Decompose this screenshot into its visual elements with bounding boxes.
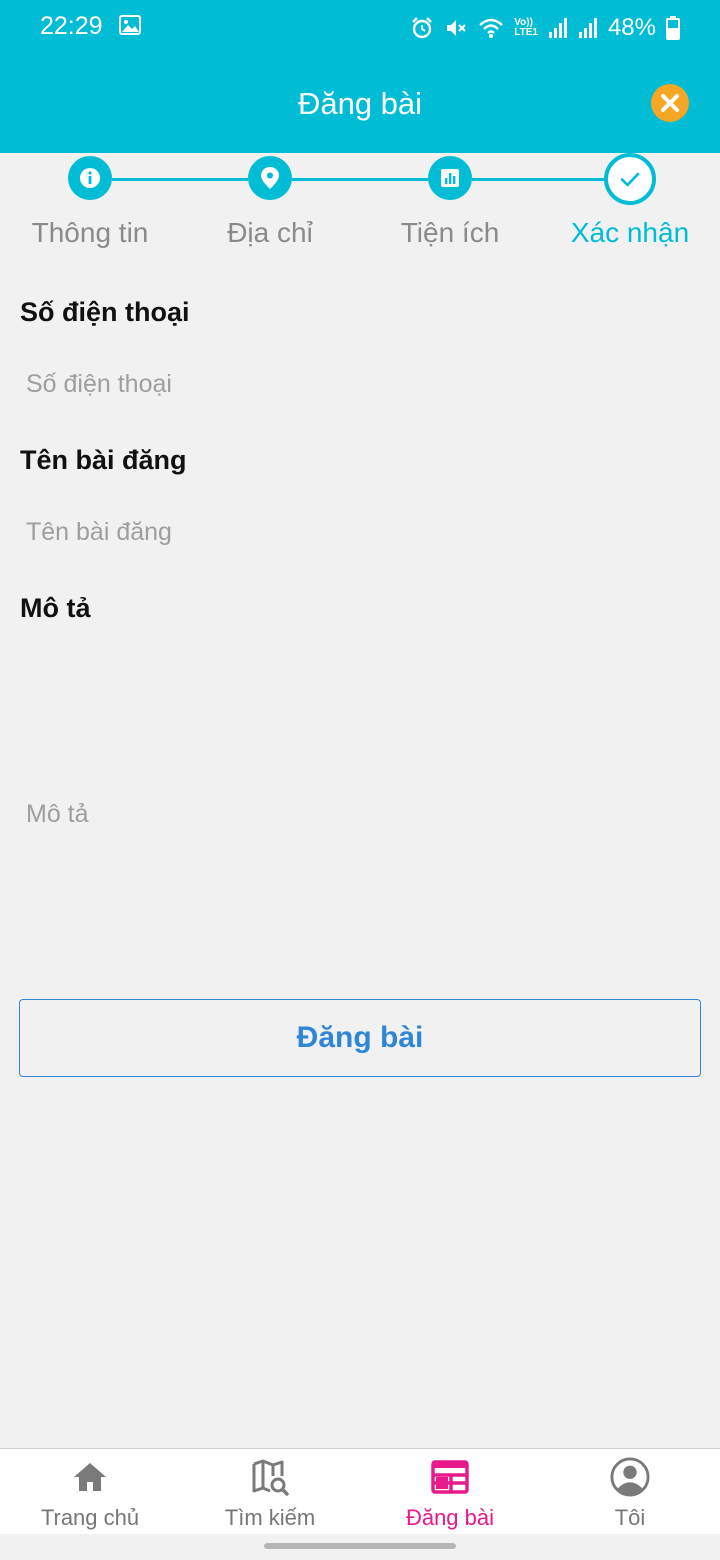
post-title-input[interactable]: [20, 506, 700, 558]
description-label: Mô tả: [20, 593, 91, 623]
wifi-icon: [478, 17, 504, 39]
step-connector: [292, 178, 428, 181]
nav-label-home: Trang chủ: [40, 1505, 140, 1530]
check-icon: [620, 172, 640, 187]
step-label-info: Thông tin: [31, 217, 149, 248]
app-bar: Đăng bài: [0, 52, 720, 153]
status-time: 22:29: [40, 12, 103, 40]
chart-icon: [441, 169, 459, 187]
step-amenities[interactable]: [428, 156, 472, 200]
signal-icon: [548, 17, 568, 39]
gesture-bar: [0, 1534, 720, 1560]
phone-input[interactable]: [20, 358, 700, 410]
step-connector: [112, 178, 248, 181]
nav-item-home[interactable]: Trang chủ: [0, 1449, 180, 1535]
post-icon: [430, 1457, 470, 1497]
home-gesture-handle[interactable]: [264, 1543, 456, 1549]
status-icons: Vo)) LTE1 48%: [410, 14, 680, 42]
map-search-icon: [250, 1457, 290, 1497]
step-connector: [472, 178, 606, 181]
lte-icon: Vo)) LTE1: [514, 17, 538, 38]
battery-icon: [666, 16, 680, 40]
gallery-icon: [119, 15, 141, 40]
step-info[interactable]: [68, 156, 112, 200]
bottom-navigation: Trang chủ Tìm kiếm Đăng bài Tôi: [0, 1448, 720, 1534]
location-pin-icon: [261, 167, 279, 189]
nav-item-search[interactable]: Tìm kiếm: [180, 1449, 360, 1535]
step-address[interactable]: [248, 156, 292, 200]
step-confirm[interactable]: [604, 153, 656, 205]
submit-post-button[interactable]: Đăng bài: [19, 999, 701, 1077]
description-textarea[interactable]: [20, 640, 700, 980]
nav-label-post: Đăng bài: [405, 1505, 495, 1530]
nav-item-account[interactable]: Tôi: [540, 1449, 720, 1535]
step-label-address: Địa chỉ: [227, 217, 313, 248]
info-icon: [80, 168, 100, 188]
progress-stepper: Thông tin Địa chỉ Tiện ích Xác nhận: [0, 153, 720, 263]
post-title-label: Tên bài đăng: [20, 445, 187, 475]
battery-percent: 48%: [607, 14, 656, 41]
mute-icon: [444, 16, 468, 40]
close-icon: [661, 94, 679, 112]
alarm-icon: [410, 16, 434, 40]
page-title: Đăng bài: [297, 86, 423, 121]
phone-label: Số điện thoại: [20, 297, 190, 327]
step-label-amenities: Tiện ích: [400, 217, 500, 248]
nav-label-search: Tìm kiếm: [224, 1505, 316, 1530]
close-button[interactable]: [651, 84, 689, 122]
account-icon: [610, 1457, 650, 1497]
nav-label-account: Tôi: [614, 1505, 646, 1530]
home-icon: [70, 1457, 110, 1497]
status-bar: 22:29 Vo)) LTE1 48%: [0, 0, 720, 52]
nav-item-post[interactable]: Đăng bài: [360, 1449, 540, 1535]
step-label-confirm: Xác nhận: [570, 217, 690, 248]
signal-icon: [578, 17, 598, 39]
